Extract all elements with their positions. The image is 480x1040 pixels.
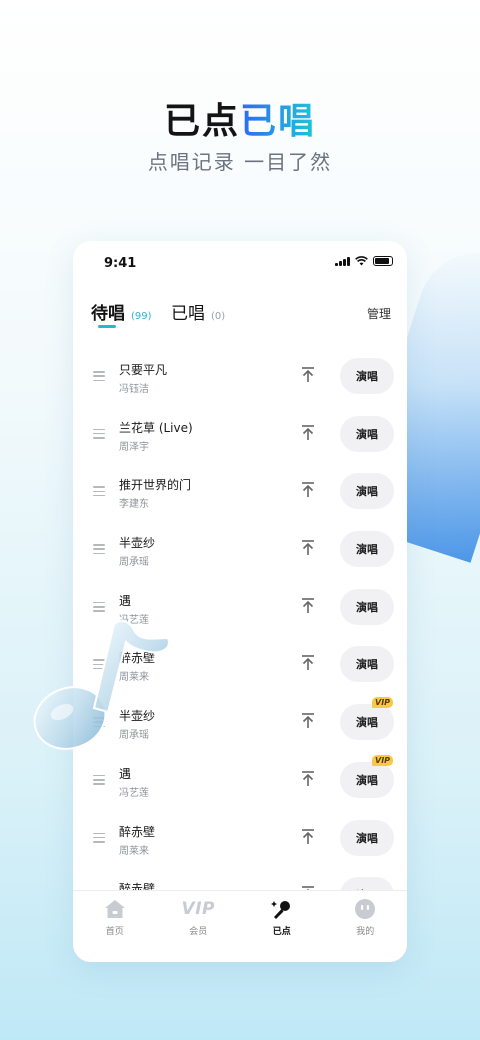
phone-screen: 9:41 待唱 (99) 已唱 (0) 管理 只要平凡 冯钰洁 演唱 兰花草 (Liv… [73, 241, 407, 962]
active-tab-indicator [98, 325, 116, 328]
drag-handle-icon[interactable] [93, 544, 105, 555]
move-to-top-icon[interactable] [301, 655, 315, 671]
sing-button[interactable]: 演唱 [340, 588, 394, 625]
sing-button[interactable]: 演唱 [340, 473, 394, 510]
vip-badge: VIP [372, 697, 394, 709]
song-artist: 周泽宇 [119, 441, 149, 453]
drag-handle-icon[interactable] [93, 428, 105, 439]
song-title: 遇 [119, 593, 132, 608]
tab-pending-count: (99) [131, 311, 152, 322]
song-artist: 冯钰洁 [119, 384, 149, 395]
song-title: 只要平凡 [119, 363, 168, 377]
drag-handle-icon[interactable] [93, 832, 105, 843]
song-artist: 冯艺莲 [119, 787, 149, 799]
vip-icon: VIP [182, 897, 215, 921]
song-artist: 李建东 [119, 499, 149, 511]
nav-home-label: 首页 [105, 927, 124, 937]
move-to-top-icon[interactable] [301, 713, 315, 729]
tab-pending[interactable]: 待唱 (99) [91, 299, 152, 328]
tab-sung-label: 已唱 [171, 304, 205, 324]
vip-icon-text: VIP [181, 899, 215, 919]
move-to-top-icon[interactable] [301, 540, 315, 556]
tab-sung[interactable]: 已唱 (0) [171, 299, 225, 324]
microphone-icon [269, 897, 295, 921]
sing-button[interactable]: 演唱 [340, 358, 394, 394]
move-to-top-icon[interactable] [301, 597, 315, 614]
drag-handle-icon[interactable] [93, 486, 105, 497]
nav-profile-label: 我的 [356, 927, 375, 937]
move-to-top-icon[interactable] [301, 424, 315, 441]
tab-sung-count: (0) [211, 311, 226, 322]
sing-button[interactable]: 演唱 [340, 761, 394, 798]
nav-vip[interactable]: VIP 会员 [163, 891, 233, 962]
nav-home[interactable]: 首页 [80, 891, 150, 962]
nav-vip-label: 会员 [189, 927, 208, 937]
song-title: 兰花草 (Live) [119, 420, 193, 435]
profile-face-icon [352, 897, 378, 921]
sing-button[interactable]: 演唱 [340, 531, 394, 568]
bottom-nav: 首页 VIP 会员 已点 我的 [73, 890, 407, 962]
drag-handle-icon[interactable] [93, 774, 105, 785]
drag-handle-icon[interactable] [93, 371, 105, 381]
hero-title-part1: 已点 [163, 101, 240, 142]
move-to-top-icon[interactable] [301, 482, 315, 498]
status-icons [335, 256, 393, 266]
nav-profile[interactable]: 我的 [330, 891, 400, 962]
move-to-top-icon[interactable] [301, 828, 315, 845]
song-row[interactable]: 只要平凡冯钰洁 演唱 [73, 347, 407, 405]
vip-badge: VIP [372, 754, 394, 766]
song-title: 半壶纱 [119, 536, 156, 551]
move-to-top-icon[interactable] [301, 771, 315, 787]
song-row[interactable]: 半壶纱周承瑶 演唱 [73, 520, 407, 578]
status-bar: 9:41 [73, 241, 407, 285]
status-time: 9:41 [104, 256, 137, 271]
sing-button[interactable]: 演唱 [340, 415, 394, 452]
sing-button[interactable]: 演唱 [340, 704, 394, 741]
song-artist: 周承瑶 [119, 557, 149, 569]
song-title: 醉赤壁 [119, 824, 156, 839]
hero-title-part2: 已唱 [240, 101, 317, 142]
hero-subtitle: 点唱记录 一目了然 [147, 150, 333, 174]
tab-bar: 待唱 (99) 已唱 (0) 管理 [91, 299, 391, 329]
move-to-top-icon[interactable] [301, 367, 315, 383]
music-note-decoration [33, 620, 170, 750]
song-title: 推开世界的门 [119, 478, 192, 493]
nav-queue[interactable]: 已点 [247, 891, 317, 962]
tab-pending-label: 待唱 [91, 304, 125, 324]
nav-queue-label: 已点 [272, 927, 291, 937]
wifi-icon [355, 256, 368, 266]
battery-icon [373, 256, 393, 266]
song-row[interactable]: 醉赤壁周莱来 演唱 [73, 809, 407, 867]
home-icon [102, 897, 128, 921]
hero-title: 已点已唱 [0, 92, 480, 144]
sing-button[interactable]: 演唱 [340, 819, 394, 856]
song-row[interactable]: 推开世界的门 李建东 演唱 [73, 462, 407, 520]
song-artist: 周莱来 [119, 845, 149, 857]
sing-button[interactable]: 演唱 [340, 646, 394, 683]
manage-button[interactable]: 管理 [367, 305, 391, 322]
signal-icon [335, 256, 350, 266]
song-row[interactable]: 兰花草 (Live) 周泽宇 演唱 [73, 405, 407, 463]
